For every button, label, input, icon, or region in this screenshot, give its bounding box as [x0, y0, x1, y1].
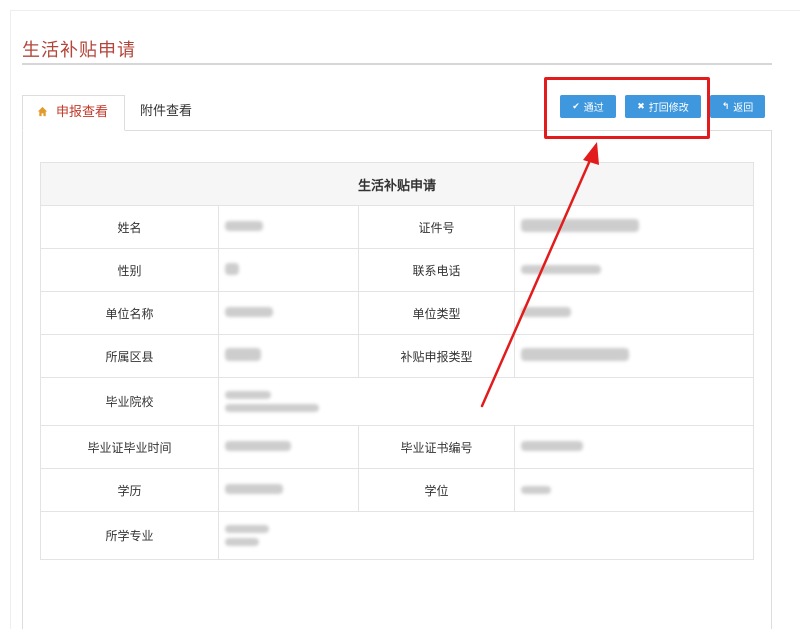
- field-label-major: 所学专业: [40, 511, 219, 560]
- field-label-education: 学历: [40, 468, 219, 512]
- field-value-grad-date: [218, 425, 359, 469]
- annotation-highlight-box: [544, 77, 710, 139]
- field-value-district: [218, 334, 359, 378]
- field-label-district: 所属区县: [40, 334, 219, 378]
- field-label-school: 毕业院校: [40, 377, 219, 426]
- form-title: 生活补贴申请: [40, 162, 754, 206]
- field-value-id-number: [514, 205, 754, 249]
- field-label-cert-number: 毕业证书编号: [358, 425, 515, 469]
- tab-attachment-view[interactable]: 附件查看: [126, 95, 206, 131]
- table-row: 毕业院校: [40, 377, 754, 426]
- field-label-employer: 单位名称: [40, 291, 219, 335]
- field-value-degree: [514, 468, 754, 512]
- tab-label: 申报查看: [56, 105, 109, 120]
- field-label-gender: 性别: [40, 248, 219, 292]
- back-arrow-icon: ↰: [721, 101, 730, 112]
- field-value-subsidy-type: [514, 334, 754, 378]
- field-label-phone: 联系电话: [358, 248, 515, 292]
- table-row: 所学专业: [40, 511, 754, 560]
- table-row: 所属区县 补贴申报类型: [40, 334, 754, 378]
- field-label-grad-date: 毕业证毕业时间: [40, 425, 219, 469]
- tab-label: 附件查看: [140, 104, 193, 119]
- application-form-table: 生活补贴申请 姓名 证件号 性别 联系电话 单位名称 单位类型 所属区县 补贴申…: [40, 162, 754, 560]
- field-label-id-number: 证件号: [358, 205, 515, 249]
- field-label-employer-type: 单位类型: [358, 291, 515, 335]
- field-value-name: [218, 205, 359, 249]
- back-button-label: 返回: [733, 103, 754, 114]
- title-divider: [22, 63, 772, 65]
- table-row: 毕业证毕业时间 毕业证书编号: [40, 425, 754, 469]
- table-row: 姓名 证件号: [40, 205, 754, 249]
- field-label-degree: 学位: [358, 468, 515, 512]
- field-label-subsidy-type: 补贴申报类型: [358, 334, 515, 378]
- field-value-school: [218, 377, 754, 426]
- home-icon: [37, 106, 48, 117]
- table-row: 学历 学位: [40, 468, 754, 512]
- field-value-gender: [218, 248, 359, 292]
- table-row: 性别 联系电话: [40, 248, 754, 292]
- field-value-education: [218, 468, 359, 512]
- field-value-employer: [218, 291, 359, 335]
- tab-report-view[interactable]: 申报查看: [22, 95, 125, 131]
- page-title: 生活补贴申请: [22, 40, 136, 61]
- field-value-major: [218, 511, 754, 560]
- back-button[interactable]: ↰ 返回: [710, 95, 765, 118]
- field-label-name: 姓名: [40, 205, 219, 249]
- field-value-cert-number: [514, 425, 754, 469]
- table-row: 单位名称 单位类型: [40, 291, 754, 335]
- field-value-phone: [514, 248, 754, 292]
- field-value-employer-type: [514, 291, 754, 335]
